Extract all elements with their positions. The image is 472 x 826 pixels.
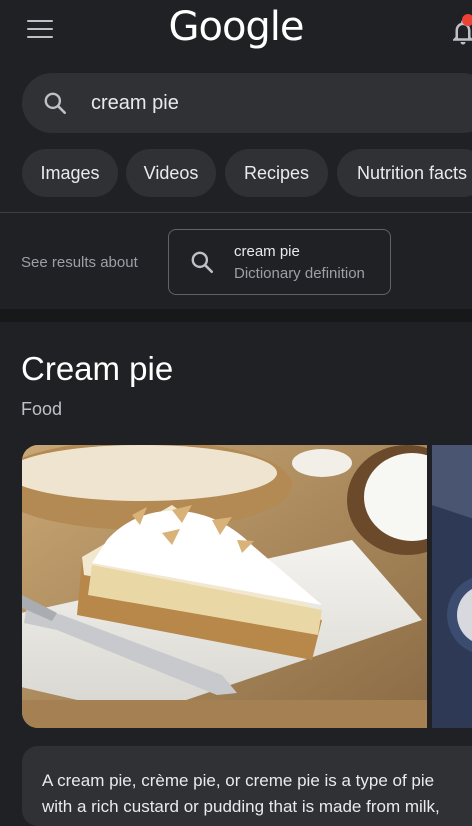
knowledge-panel-subtitle: Food [21,399,63,419]
see-results-about-label: See results about [21,254,138,271]
section-separator [0,309,472,322]
search-input[interactable]: cream pie [91,92,179,115]
dictionary-card-subtitle: Dictionary definition [234,265,365,282]
chip-videos[interactable]: Videos [126,149,216,197]
chip-recipes[interactable]: Recipes [225,149,328,197]
notification-badge [462,14,472,26]
dictionary-definition-card[interactable]: cream pie Dictionary definition [168,229,391,295]
search-icon[interactable] [42,90,68,116]
description-text: A cream pie, crème pie, or creme pie is … [42,768,472,820]
google-logo[interactable]: Google [0,4,472,50]
search-icon [189,249,215,275]
chip-nutrition-facts[interactable]: Nutrition facts [337,149,472,197]
search-box[interactable]: cream pie [22,73,472,133]
cream-pie-image-secondary[interactable] [432,445,472,728]
top-bar: Google [0,0,472,62]
divider [0,212,472,213]
description-line-2: with a rich custard or pudding that is m… [42,797,440,816]
chip-images[interactable]: Images [22,149,118,197]
dictionary-card-title: cream pie [234,243,300,260]
description-line-1: A cream pie, crème pie, or creme pie is … [42,771,435,790]
knowledge-panel-title: Cream pie [21,350,174,387]
cream-pie-image[interactable] [22,445,427,728]
